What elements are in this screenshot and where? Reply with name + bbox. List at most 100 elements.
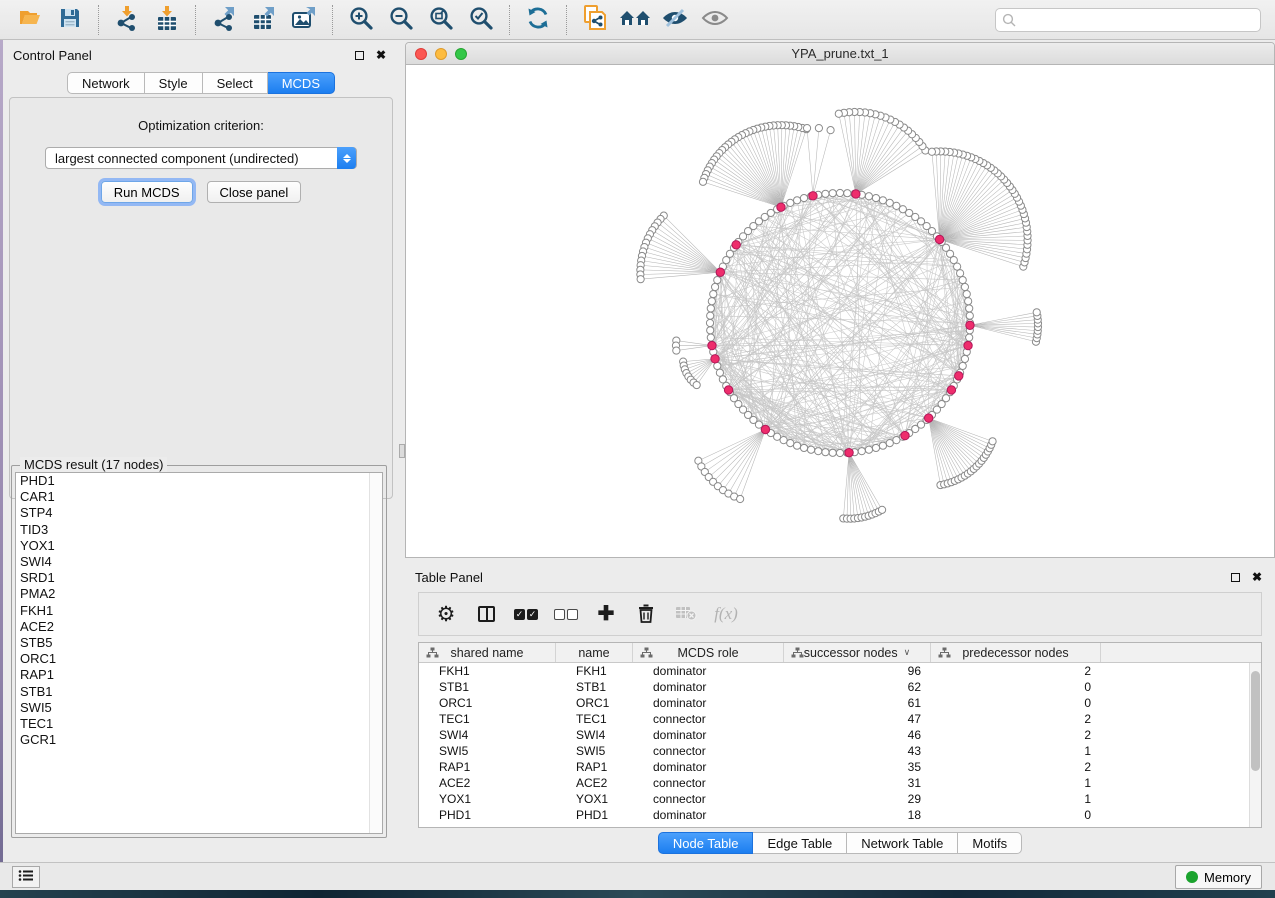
network-window-titlebar[interactable]: YPA_prune.txt_1 bbox=[406, 43, 1274, 65]
sort-descending-icon: ∨ bbox=[904, 647, 911, 658]
table-panel: Table Panel ✖ ⚙ ✓✓ ✚ f(x) shared namenam… bbox=[405, 564, 1275, 860]
float-panel-button[interactable] bbox=[1227, 569, 1243, 585]
export-table-button[interactable] bbox=[244, 3, 284, 37]
deselect-all-rows-button[interactable] bbox=[549, 597, 583, 631]
mcds-result-item[interactable]: STB1 bbox=[16, 684, 382, 700]
column-header-shared-name[interactable]: shared name bbox=[419, 643, 556, 662]
float-panel-button[interactable] bbox=[351, 47, 367, 63]
task-history-button[interactable] bbox=[12, 866, 40, 888]
table-cell: ACE2 bbox=[556, 776, 633, 790]
first-neighbors-button[interactable] bbox=[615, 3, 655, 37]
table-cell: RAP1 bbox=[556, 760, 633, 774]
table-cell: STB1 bbox=[419, 680, 556, 694]
clone-network-button[interactable] bbox=[575, 3, 615, 37]
delete-column-button[interactable] bbox=[629, 597, 663, 631]
close-panel-action-button[interactable]: Close panel bbox=[207, 181, 302, 203]
close-icon: ✖ bbox=[376, 48, 386, 62]
tab-style[interactable]: Style bbox=[145, 72, 203, 94]
table-scrollbar[interactable] bbox=[1249, 663, 1261, 827]
table-row[interactable]: TEC1TEC1connector472 bbox=[419, 711, 1261, 727]
run-mcds-button[interactable]: Run MCDS bbox=[101, 181, 193, 203]
table-cell: 2 bbox=[931, 760, 1101, 774]
table-row[interactable]: RAP1RAP1dominator352 bbox=[419, 759, 1261, 775]
table-cell: FKH1 bbox=[419, 664, 556, 678]
close-panel-button[interactable]: ✖ bbox=[1249, 569, 1265, 585]
export-image-button[interactable] bbox=[284, 3, 324, 37]
import-network-button[interactable] bbox=[107, 3, 147, 37]
list-icon bbox=[18, 869, 34, 885]
table-row[interactable]: SWI4SWI4dominator462 bbox=[419, 727, 1261, 743]
mcds-result-item[interactable]: STP4 bbox=[16, 505, 382, 521]
tab-mcds[interactable]: MCDS bbox=[268, 72, 335, 94]
table-row[interactable]: YOX1YOX1connector291 bbox=[419, 791, 1261, 807]
mcds-result-item[interactable]: TID3 bbox=[16, 522, 382, 538]
import-table-button[interactable] bbox=[147, 3, 187, 37]
tab-network-table[interactable]: Network Table bbox=[847, 832, 958, 854]
table-row[interactable]: STB1STB1dominator620 bbox=[419, 679, 1261, 695]
delete-table-button[interactable] bbox=[669, 597, 703, 631]
optimization-criterion-select[interactable]: largest connected component (undirected) bbox=[45, 147, 357, 169]
tab-select[interactable]: Select bbox=[203, 72, 268, 94]
column-header-MCDS-role[interactable]: MCDS role bbox=[633, 643, 784, 662]
select-all-rows-button[interactable]: ✓✓ bbox=[509, 597, 543, 631]
mcds-result-item[interactable]: YOX1 bbox=[16, 538, 382, 554]
mcds-result-item[interactable]: SRD1 bbox=[16, 570, 382, 586]
mcds-result-list[interactable]: PHD1CAR1STP4TID3YOX1SWI4SRD1PMA2FKH1ACE2… bbox=[15, 472, 383, 834]
mcds-result-item[interactable]: PHD1 bbox=[16, 473, 382, 489]
close-panel-button[interactable]: ✖ bbox=[373, 47, 389, 63]
tab-node-table[interactable]: Node Table bbox=[658, 832, 754, 854]
mcds-result-item[interactable]: SWI4 bbox=[16, 554, 382, 570]
column-header-predecessor-nodes[interactable]: predecessor nodes bbox=[931, 643, 1101, 662]
table-scrollbar-thumb[interactable] bbox=[1251, 671, 1260, 771]
zoom-fit-button[interactable] bbox=[421, 3, 461, 37]
houses-icon bbox=[619, 6, 651, 33]
save-session-button[interactable] bbox=[50, 3, 90, 37]
mcds-result-item[interactable]: FKH1 bbox=[16, 603, 382, 619]
search-input[interactable] bbox=[995, 8, 1261, 32]
tab-motifs[interactable]: Motifs bbox=[958, 832, 1022, 854]
mcds-result-item[interactable]: ORC1 bbox=[16, 651, 382, 667]
show-all-button[interactable] bbox=[695, 3, 735, 37]
table-row[interactable]: SWI5SWI5connector431 bbox=[419, 743, 1261, 759]
mcds-result-item[interactable]: RAP1 bbox=[16, 667, 382, 683]
table-cell: connector bbox=[633, 712, 784, 726]
table-row[interactable]: FKH1FKH1dominator962 bbox=[419, 663, 1261, 679]
memory-button[interactable]: Memory bbox=[1175, 865, 1262, 889]
table-settings-button[interactable]: ⚙ bbox=[429, 597, 463, 631]
zoom-selected-button[interactable] bbox=[461, 3, 501, 37]
open-file-button[interactable] bbox=[10, 3, 50, 37]
table-cell: 96 bbox=[784, 664, 931, 678]
table-cell: RAP1 bbox=[419, 760, 556, 774]
table-row[interactable]: ACE2ACE2connector311 bbox=[419, 775, 1261, 791]
table-cell: dominator bbox=[633, 760, 784, 774]
table-cell: connector bbox=[633, 744, 784, 758]
mcds-result-item[interactable]: PMA2 bbox=[16, 586, 382, 602]
zoom-in-button[interactable] bbox=[341, 3, 381, 37]
hide-selected-button[interactable] bbox=[655, 3, 695, 37]
column-header-name[interactable]: name bbox=[556, 643, 633, 662]
column-label: successor nodes bbox=[804, 646, 898, 660]
export-network-button[interactable] bbox=[204, 3, 244, 37]
mcds-result-item[interactable]: CAR1 bbox=[16, 489, 382, 505]
function-builder-button[interactable]: f(x) bbox=[709, 597, 743, 631]
tab-edge-table[interactable]: Edge Table bbox=[753, 832, 847, 854]
tab-network[interactable]: Network bbox=[67, 72, 145, 94]
add-column-button[interactable]: ✚ bbox=[589, 597, 623, 631]
mcds-result-item[interactable]: SWI5 bbox=[16, 700, 382, 716]
mcds-list-scrollbar[interactable] bbox=[369, 473, 382, 833]
network-canvas[interactable] bbox=[406, 65, 1274, 557]
mcds-result-item[interactable]: TEC1 bbox=[16, 716, 382, 732]
table-cell: SWI5 bbox=[556, 744, 633, 758]
table-cell: 62 bbox=[784, 680, 931, 694]
show-columns-button[interactable] bbox=[469, 597, 503, 631]
table-row[interactable]: PHD1PHD1dominator180 bbox=[419, 807, 1261, 823]
mcds-result-item[interactable]: STB5 bbox=[16, 635, 382, 651]
mcds-result-item[interactable]: ACE2 bbox=[16, 619, 382, 635]
memory-status-icon bbox=[1186, 871, 1198, 883]
refresh-button[interactable] bbox=[518, 3, 558, 37]
mcds-result-item[interactable]: GCR1 bbox=[16, 732, 382, 748]
hierarchy-icon bbox=[640, 647, 653, 662]
column-header-successor-nodes[interactable]: successor nodes ∨ bbox=[784, 643, 931, 662]
zoom-out-button[interactable] bbox=[381, 3, 421, 37]
table-row[interactable]: ORC1ORC1dominator610 bbox=[419, 695, 1261, 711]
